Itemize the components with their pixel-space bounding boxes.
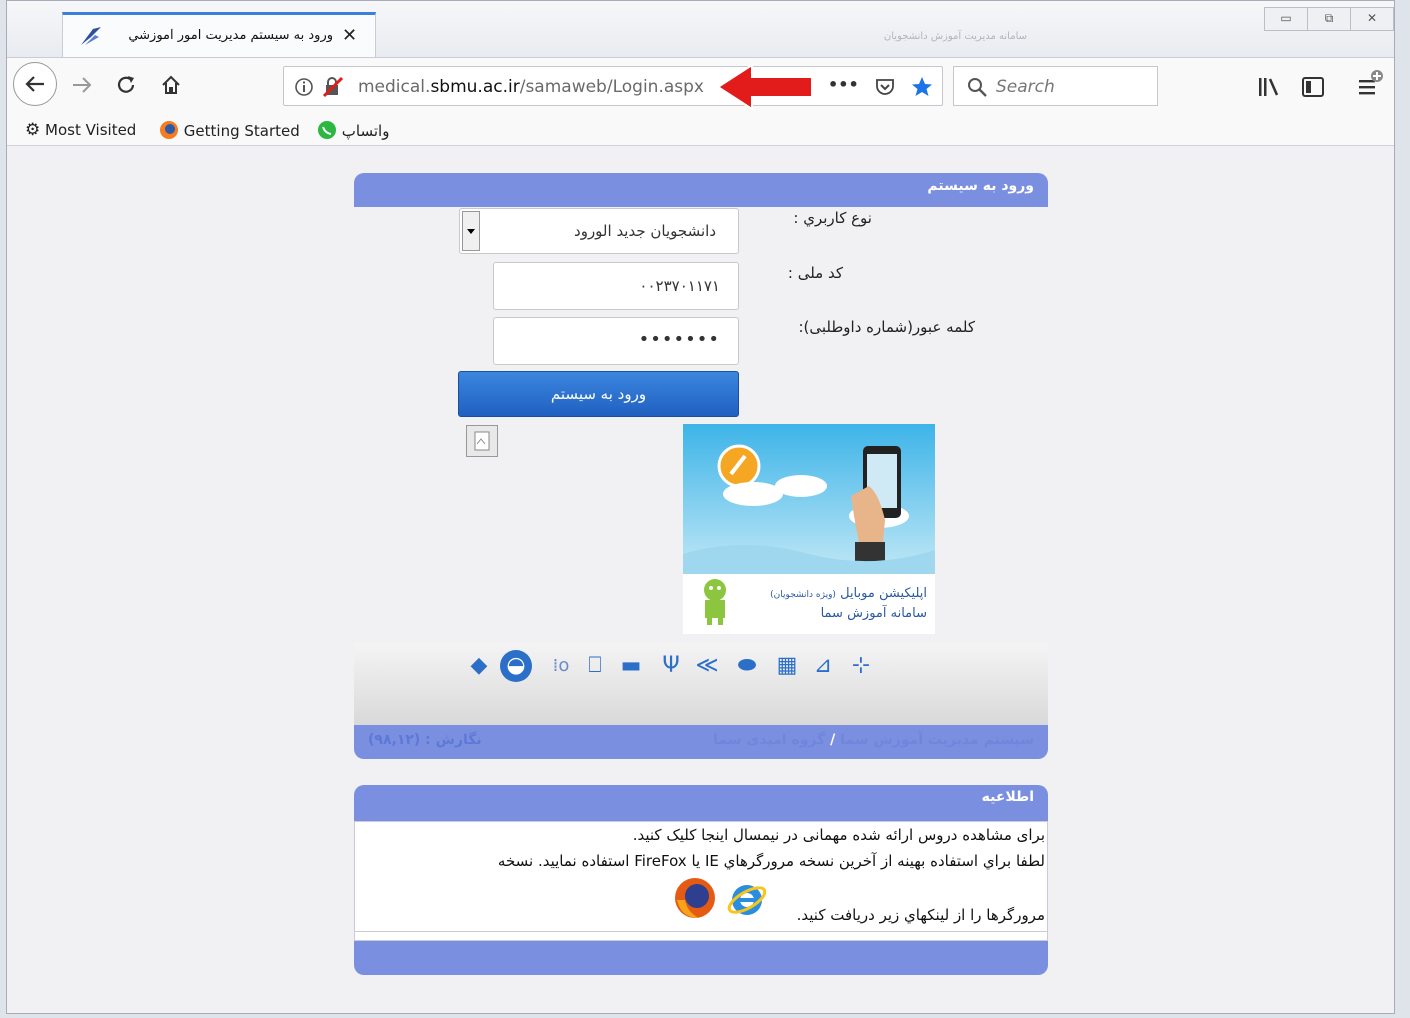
- maximize-button[interactable]: ⧉: [1307, 7, 1351, 31]
- grades-icon[interactable]: ⁞o: [548, 653, 574, 679]
- home-icon: [162, 75, 180, 94]
- reload-button[interactable]: [107, 66, 145, 104]
- bookmark-getting-started[interactable]: Getting Started: [159, 120, 300, 140]
- home-button[interactable]: [152, 66, 190, 104]
- menu-icon[interactable]: [1357, 68, 1387, 98]
- url-bar[interactable]: medical.sbmu.ac.ir/samaweb/Login.aspx ••…: [283, 63, 943, 111]
- notice-divider: [355, 931, 1047, 932]
- red-pointer-arrow: [716, 63, 813, 111]
- back-button[interactable]: [13, 62, 57, 106]
- window-controls: ▭ ⧉ ✕: [1264, 7, 1394, 31]
- presentation-board-icon[interactable]: ⎕: [582, 653, 608, 679]
- sidebar-icon[interactable]: [1301, 76, 1325, 98]
- sama-mascot-icon: [704, 579, 726, 625]
- page-content: ورود به سیستم نوع كاربري : دانشجويان جدي…: [7, 146, 1394, 1013]
- internet-explorer-icon[interactable]: [725, 878, 769, 922]
- footer-system-link[interactable]: سیستم مدیریت آموزش سما: [840, 732, 1034, 748]
- search-icon: [968, 78, 987, 97]
- tab-close-icon[interactable]: ✕: [342, 25, 357, 46]
- password-label: كلمه عبور(شماره داوطلبی):: [798, 318, 975, 336]
- user-type-selected-value: دانشجويان جديد الورود: [574, 222, 716, 240]
- password-value: •••••••: [638, 329, 720, 350]
- gear-icon: ⚙: [25, 120, 41, 140]
- national-code-input[interactable]: ۰۰۲۳۷۰۱۱۷۱: [493, 262, 739, 310]
- forward-button[interactable]: [63, 66, 101, 104]
- title-bar: سامانه مدیریت آموزش دانشجویان ورود به سي…: [7, 1, 1394, 58]
- reload-icon: [117, 76, 135, 93]
- bookmark-most-visited[interactable]: ⚙ Most Visited: [25, 120, 136, 140]
- building-icon[interactable]: ▦: [774, 653, 800, 679]
- notice-panel-body: برای مشاهده دروس ارائه شده مهمانی در نیم…: [354, 821, 1048, 941]
- pocket-icon[interactable]: [874, 76, 896, 98]
- browser-window: سامانه مدیریت آموزش دانشجویان ورود به سي…: [6, 0, 1395, 1014]
- firefox-icon: [160, 121, 178, 139]
- page-actions-button[interactable]: •••: [828, 75, 859, 94]
- mobile-app-banner[interactable]: اپلیکیشن موبایل (ویژه دانشجویان) سامانه …: [683, 424, 935, 634]
- desk-lamp-icon[interactable]: ⊿: [810, 653, 836, 679]
- footer-group-link[interactable]: گروه امیدی سما: [713, 732, 825, 748]
- login-footer-bar: نگارش : (۹۸,۱۲) سیستم مدیریت آموزش سما /…: [354, 725, 1048, 759]
- bookmark-star-icon[interactable]: [910, 75, 934, 99]
- minimize-button[interactable]: ▭: [1264, 7, 1308, 31]
- open-book-icon[interactable]: ≪: [694, 653, 720, 679]
- navigation-toolbar: medical.sbmu.ac.ir/samaweb/Login.aspx ••…: [7, 57, 1394, 116]
- dormitory-icon[interactable]: ⊹: [848, 653, 874, 679]
- library-icon[interactable]: [1257, 76, 1281, 98]
- notice-browser-text: لطفا براي استفاده بهينه از آخرين نسخه مر…: [497, 852, 1045, 870]
- national-code-label: کد ملی :: [787, 264, 843, 282]
- chevron-down-icon[interactable]: [462, 211, 480, 251]
- sama-logo-icon: [81, 27, 101, 45]
- quick-links-strip: ◆ ◒ ⁞o ⎕ ▬ Ψ ≪ ⬬ ▦ ⊿ ⊹: [354, 643, 1048, 725]
- footer-separator: /: [830, 732, 836, 748]
- bookmark-whatsapp[interactable]: واتساپ: [317, 120, 389, 140]
- tab-login[interactable]: ورود به سيستم مديريت امور آموزشي ✕: [62, 12, 376, 58]
- firefox-download-icon[interactable]: [671, 874, 719, 922]
- login-submit-button[interactable]: ورود به سیستم: [458, 371, 739, 417]
- bookmarks-toolbar: ⚙ Most Visited Getting Started واتساپ: [7, 115, 1394, 146]
- close-window-button[interactable]: ✕: [1350, 7, 1394, 31]
- pill-icon[interactable]: ⬬: [734, 653, 760, 679]
- notice-download-text: مرورگرها را از لينکهاي زير دريافت کنيد.: [796, 906, 1045, 924]
- national-code-value: ۰۰۲۳۷۰۱۱۷۱: [639, 277, 720, 295]
- user-type-select[interactable]: دانشجويان جديد الورود: [459, 208, 739, 254]
- user-type-label: نوع كاربري :: [793, 209, 872, 227]
- info-icon[interactable]: [294, 77, 314, 97]
- shield-wifi-icon[interactable]: ◒: [500, 650, 532, 682]
- bookmark-label: واتساپ: [341, 122, 390, 140]
- login-header-title: ورود به سیستم: [927, 178, 1034, 194]
- captcha-placeholder-icon[interactable]: [466, 425, 498, 457]
- version-text: نگارش : (۹۸,۱۲): [368, 732, 482, 748]
- restaurant-icon[interactable]: Ψ: [658, 653, 684, 679]
- notice-header-title: اطلاعیه: [981, 789, 1034, 805]
- bookmark-label: Most Visited: [45, 121, 137, 139]
- whatsapp-icon: [318, 121, 336, 139]
- search-input[interactable]: Search: [996, 77, 1055, 97]
- payment-card-icon[interactable]: ▬: [618, 653, 644, 679]
- url-text[interactable]: medical.sbmu.ac.ir/samaweb/Login.aspx: [358, 77, 704, 97]
- login-panel-header: ورود به سیستم: [354, 173, 1048, 207]
- footer-credits: سیستم مدیریت آموزش سما / گروه امیدی سما: [713, 732, 1034, 748]
- notice-guest-courses-link[interactable]: برای مشاهده دروس ارائه شده مهمانی در نیم…: [633, 826, 1045, 844]
- forward-arrow-icon: [73, 77, 92, 93]
- diamond-sign-icon[interactable]: ◆: [466, 653, 492, 679]
- bookmark-label: Getting Started: [183, 122, 300, 140]
- notice-panel-header: اطلاعیه: [354, 785, 1048, 821]
- search-bar[interactable]: Search: [953, 66, 1158, 106]
- app-banner-illustration-icon: [683, 444, 935, 574]
- background-window-text: سامانه مدیریت آموزش دانشجویان: [883, 31, 1027, 42]
- back-arrow-icon: [25, 76, 44, 92]
- app-banner-title: اپلیکیشن موبایل (ویژه دانشجویان): [770, 586, 927, 601]
- insecure-lock-icon[interactable]: [322, 76, 344, 98]
- notice-footer-bar: [354, 941, 1048, 975]
- password-input[interactable]: •••••••: [493, 317, 739, 365]
- tab-title: ورود به سيستم مديريت امور آموزشي: [128, 28, 333, 43]
- app-banner-subtitle: سامانه آموزش سما: [820, 606, 927, 621]
